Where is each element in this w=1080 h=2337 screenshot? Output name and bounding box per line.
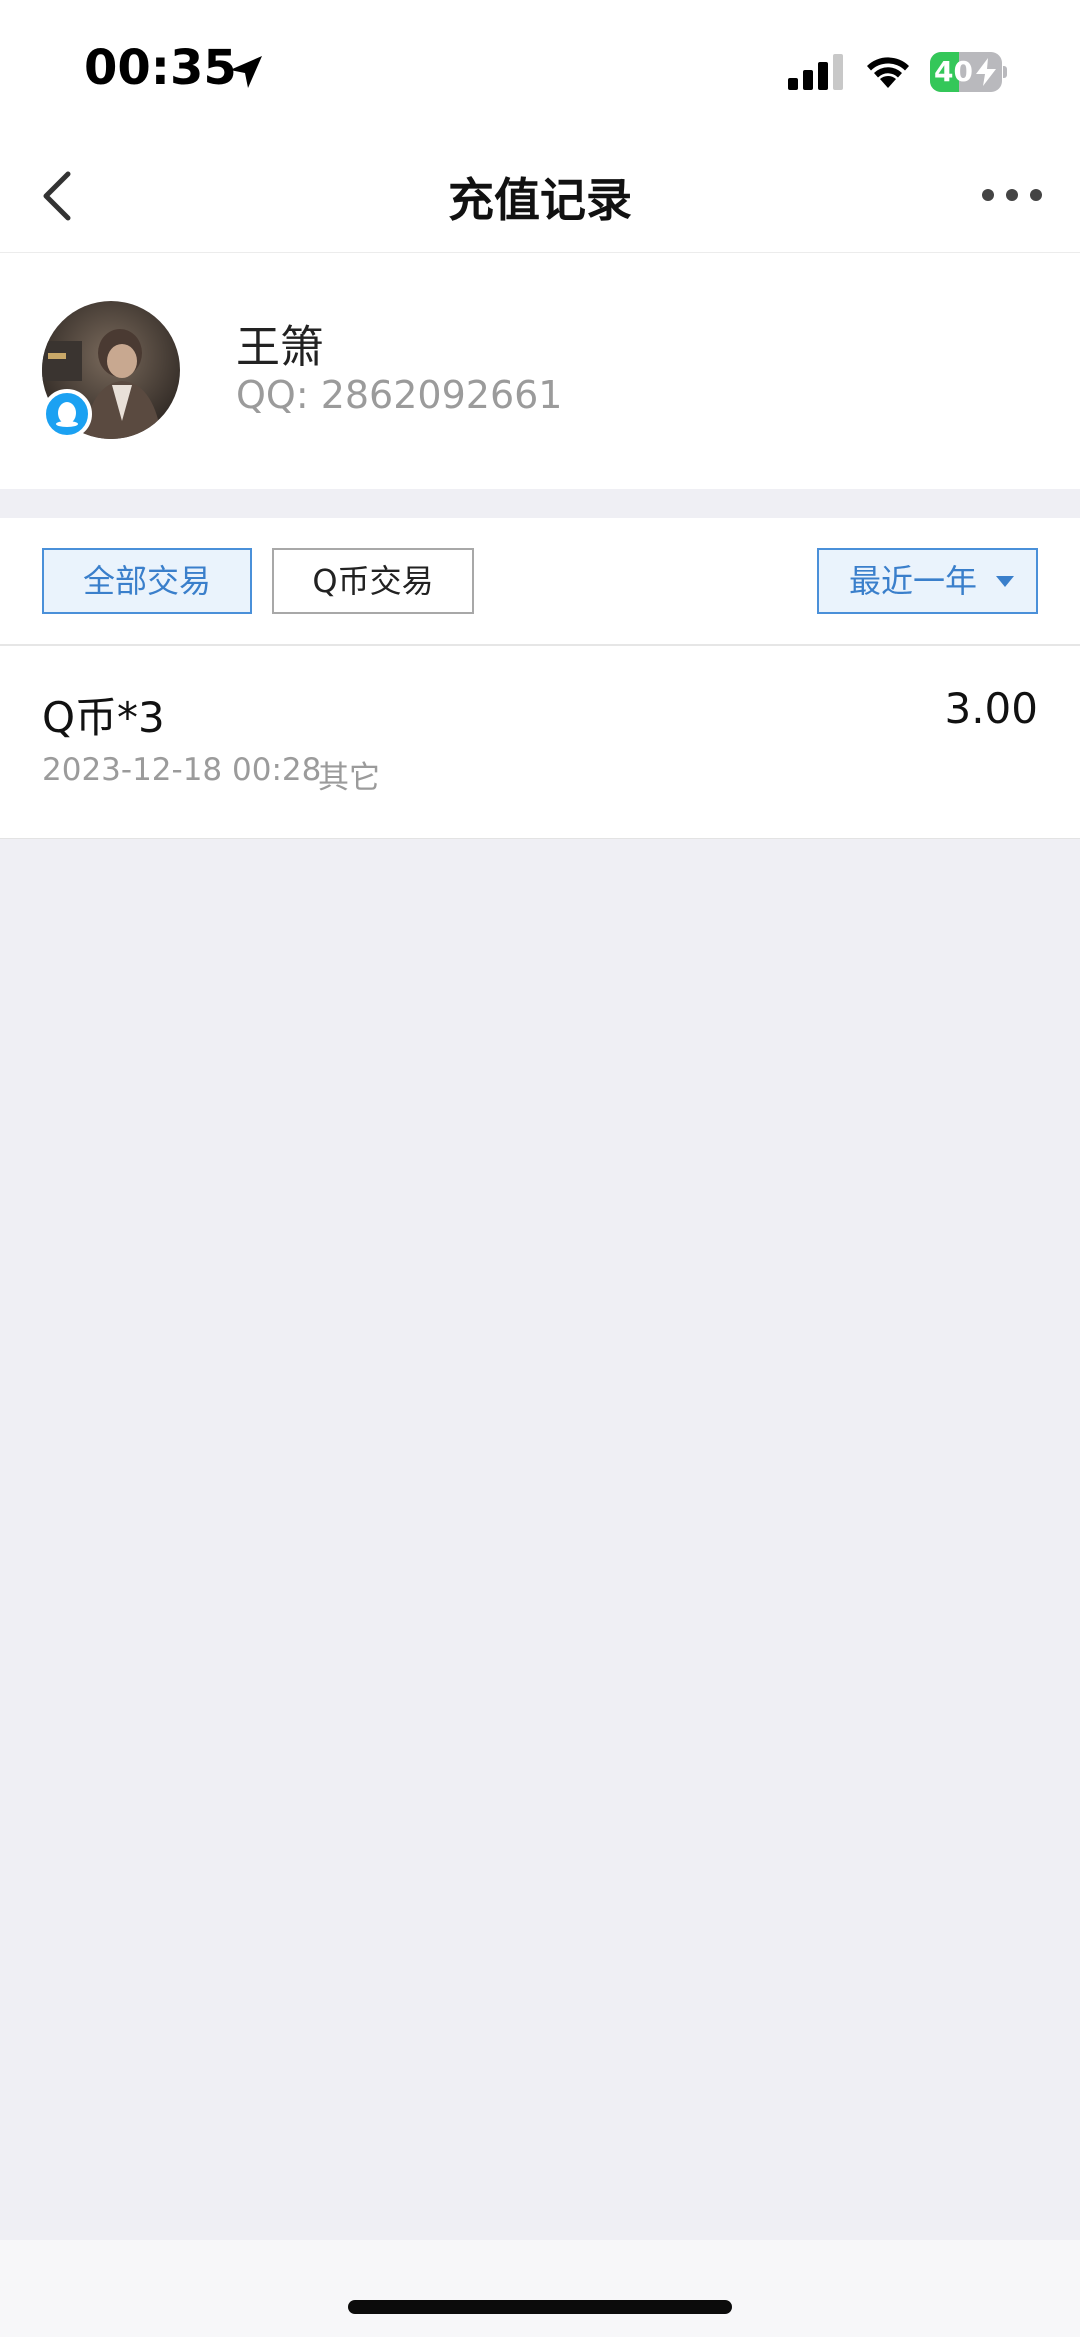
list-item[interactable]: Q币*3 3.00 2023-12-18 00:28 其它 bbox=[0, 646, 1080, 839]
more-dots-icon[interactable] bbox=[980, 180, 1044, 210]
filter-bar: 全部交易 Q币交易 最近一年 bbox=[0, 518, 1080, 646]
bottom-safe-area bbox=[0, 2240, 1080, 2337]
battery-charging-icon: 40 bbox=[930, 52, 1007, 92]
status-bar: 00:35 40 bbox=[0, 0, 1080, 140]
bolt-icon bbox=[976, 58, 996, 86]
range-dropdown[interactable]: 最近一年 bbox=[817, 548, 1038, 614]
chevron-left-icon[interactable] bbox=[36, 168, 84, 224]
record-amount: 3.00 bbox=[944, 684, 1038, 733]
record-title: Q币*3 bbox=[42, 693, 165, 742]
qq-badge bbox=[42, 389, 92, 439]
page-title: 充值记录 bbox=[448, 173, 632, 227]
cellular-signal-icon bbox=[788, 54, 843, 90]
status-time: 00:35 bbox=[84, 40, 237, 96]
home-indicator[interactable] bbox=[348, 2300, 732, 2314]
profile-name: 王箫 bbox=[236, 322, 324, 373]
profile-qq-number: QQ: 2862092661 bbox=[236, 373, 563, 417]
profile-card: 王箫 QQ: 2862092661 bbox=[0, 253, 1080, 489]
record-category: 其它 bbox=[318, 760, 380, 796]
record-datetime: 2023-12-18 00:28 bbox=[42, 752, 322, 788]
battery-tip bbox=[1003, 66, 1007, 78]
location-arrow-icon bbox=[230, 56, 262, 88]
qq-penguin-icon bbox=[56, 402, 78, 427]
filter-qcoin-button[interactable]: Q币交易 bbox=[272, 548, 474, 614]
caret-down-icon bbox=[996, 576, 1014, 587]
filter-all-button[interactable]: 全部交易 bbox=[42, 548, 252, 614]
nav-bar: 充值记录 bbox=[0, 140, 1080, 253]
range-label: 最近一年 bbox=[849, 562, 978, 600]
battery-body: 40 bbox=[930, 52, 1002, 92]
wifi-icon bbox=[867, 57, 909, 88]
